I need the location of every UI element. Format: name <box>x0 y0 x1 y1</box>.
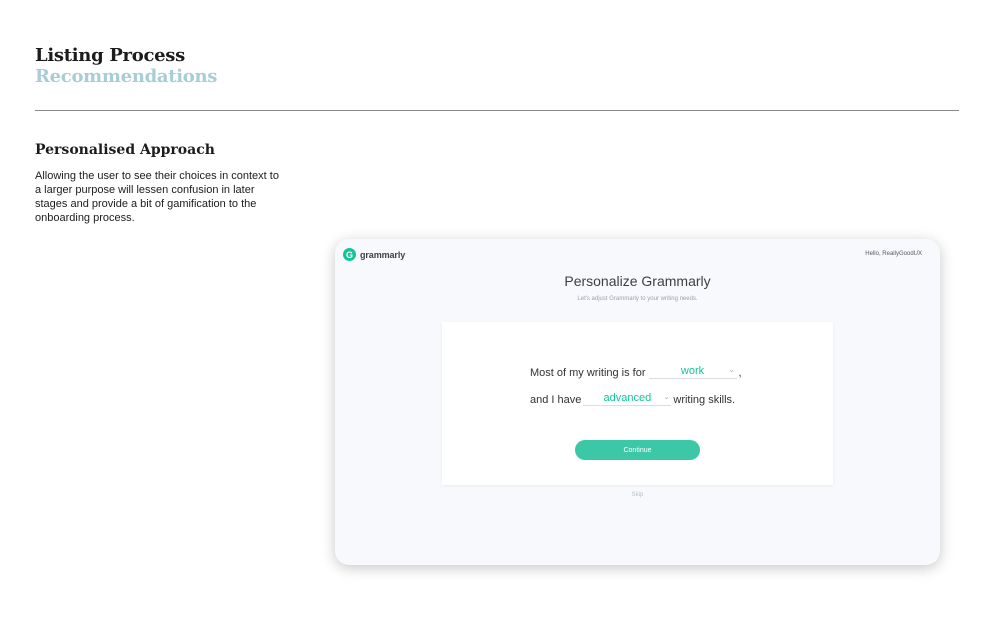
app-screenshot-frame: G grammarly Hello, ReallyGoodUX Personal… <box>335 239 940 565</box>
sentence2-prefix: and I have <box>530 394 582 406</box>
page-subtitle: Recommendations <box>35 66 218 87</box>
purpose-value: work <box>680 365 705 377</box>
personalize-card: Most of my writing is for work ⌄ , and I… <box>442 322 833 485</box>
chevron-down-icon: ⌄ <box>728 367 735 374</box>
personalize-title: Personalize Grammarly <box>564 273 711 289</box>
writing-purpose-sentence: Most of my writing is for work ⌄ , <box>530 364 742 379</box>
brand-logo[interactable]: G grammarly <box>343 248 405 261</box>
section-heading: Personalised Approach <box>35 142 215 158</box>
personalize-subtitle: Let's adjust Grammarly to your writing n… <box>577 296 698 302</box>
skill-level-dropdown[interactable]: advanced ⌄ <box>583 391 672 406</box>
skip-link[interactable]: Skip <box>335 492 940 498</box>
continue-button[interactable]: Continue <box>575 440 700 460</box>
section-description: Allowing the user to see their choices i… <box>35 170 279 224</box>
purpose-dropdown[interactable]: work ⌄ <box>648 364 737 379</box>
sentence1-prefix: Most of my writing is for <box>530 367 646 379</box>
chevron-down-icon: ⌄ <box>663 394 670 401</box>
divider <box>35 110 959 111</box>
grammarly-logo-icon: G <box>343 248 356 261</box>
brand-name: grammarly <box>360 249 406 260</box>
sentence1-suffix: , <box>738 367 742 379</box>
writing-skill-sentence: and I have advanced ⌄ writing skills. <box>530 391 735 406</box>
page-title: Listing Process <box>35 45 185 66</box>
user-greeting[interactable]: Hello, ReallyGoodUX <box>865 251 922 257</box>
skill-level-value: advanced <box>603 392 652 404</box>
sentence2-suffix: writing skills. <box>673 394 736 406</box>
